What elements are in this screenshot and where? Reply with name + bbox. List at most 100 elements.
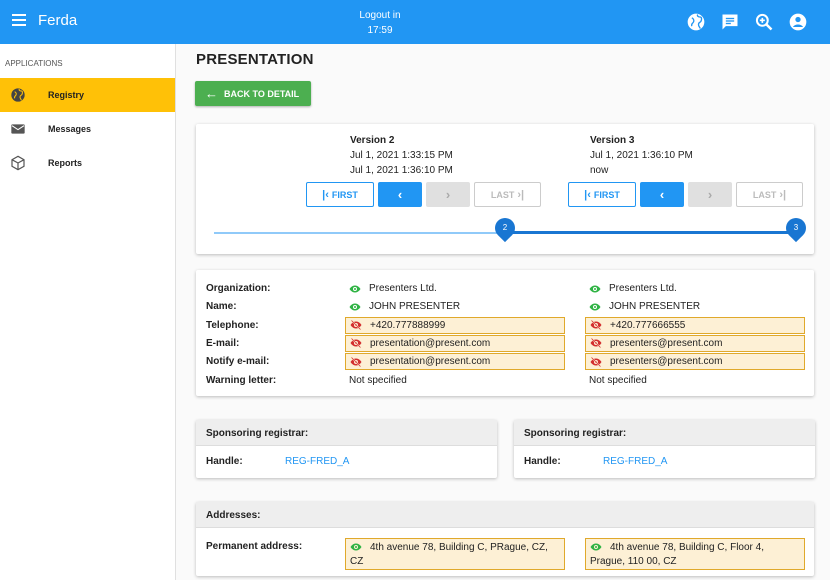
mail-icon xyxy=(10,121,26,137)
field-value-right: Not specified xyxy=(589,372,809,389)
field-value-right: presenters@present.com xyxy=(585,334,805,352)
eye-off-icon[interactable] xyxy=(590,356,602,368)
eye-icon[interactable] xyxy=(589,283,601,295)
chevron-right-icon: › xyxy=(707,187,713,202)
handle-link[interactable]: REG-FRED_A xyxy=(285,456,349,467)
version-right-info: Version 3 Jul 1, 2021 1:36:10 PM now xyxy=(590,133,693,178)
permanent-address-label: Permanent address: xyxy=(206,541,303,552)
addresses-card: Addresses: Permanent address: 4th avenue… xyxy=(196,502,814,576)
sidebar-item-reports[interactable]: Reports xyxy=(0,146,175,180)
eye-off-icon[interactable] xyxy=(350,337,362,349)
field-value-text: JOHN PRESENTER xyxy=(609,301,701,313)
eye-off-icon[interactable] xyxy=(350,356,362,368)
menu-icon[interactable] xyxy=(12,14,26,26)
eye-off-icon[interactable] xyxy=(590,337,602,349)
sponsoring-registrar-left: Sponsoring registrar: Handle: REG-FRED_A xyxy=(196,420,497,478)
last-button[interactable]: LAST ›| xyxy=(474,182,541,207)
sidebar-item-label: Messages xyxy=(48,124,92,134)
eye-icon[interactable] xyxy=(349,283,361,295)
version-to: now xyxy=(590,165,609,176)
field-value-left: +420.777888999 xyxy=(345,316,565,334)
eye-icon[interactable] xyxy=(350,541,362,553)
field-value-right: presenters@present.com xyxy=(585,353,805,371)
field-value-text: +420.777888999 xyxy=(370,319,446,331)
field-value-left: presentation@present.com xyxy=(345,334,565,352)
field-value-right: Presenters Ltd. xyxy=(585,280,805,297)
version-to: Jul 1, 2021 1:36:10 PM xyxy=(350,165,453,176)
handle-link[interactable]: REG-FRED_A xyxy=(603,456,667,467)
previous-button[interactable]: ‹ xyxy=(378,182,422,207)
field-value-left: JOHN PRESENTER xyxy=(345,298,565,315)
field-label: Warning letter: xyxy=(206,374,277,386)
arrow-left-icon: ← xyxy=(205,86,218,101)
eye-icon[interactable] xyxy=(349,301,361,313)
address-line: 4th avenue 78, Building C, PRague, CZ, xyxy=(370,542,548,553)
last-page-icon: ›| xyxy=(779,188,787,201)
zoom-in-icon[interactable] xyxy=(754,12,774,32)
field-value-text: Presenters Ltd. xyxy=(369,283,437,294)
pane-title: Addresses: xyxy=(196,502,814,528)
next-button[interactable]: › xyxy=(688,182,732,207)
field-value-left: Not specified xyxy=(349,372,569,389)
version-left-info: Version 2 Jul 1, 2021 1:33:15 PM Jul 1, … xyxy=(350,133,453,178)
slider-thumb-left[interactable]: 2 xyxy=(490,213,520,243)
sidebar-section-label: APPLICATIONS xyxy=(5,59,63,68)
slider-value-label: 2 xyxy=(490,213,520,243)
address-line: Prague, 110 00, CZ xyxy=(590,556,677,567)
field-value-text: Presenters Ltd. xyxy=(609,283,677,294)
logout-time: 17:59 xyxy=(367,25,393,36)
eye-icon[interactable] xyxy=(590,541,602,553)
next-button[interactable]: › xyxy=(426,182,470,207)
field-label: Telephone: xyxy=(206,319,259,331)
field-label: E-mail: xyxy=(206,337,240,349)
globe-icon xyxy=(10,87,26,103)
field-row: Warning letter: Not specified Not specifie… xyxy=(206,372,806,389)
eye-off-icon[interactable] xyxy=(590,319,602,331)
field-row: Name: JOHN PRESENTER JOHN PRESENTER xyxy=(206,298,806,315)
sidebar-item-registry[interactable]: Registry xyxy=(0,78,175,112)
app-title: Ferda xyxy=(38,12,78,29)
sidebar-item-messages[interactable]: Messages xyxy=(0,112,175,146)
fields-card: Organization: Presenters Ltd. Presenters L… xyxy=(196,270,814,396)
account-icon[interactable] xyxy=(788,12,808,32)
sidebar: APPLICATIONS Registry Messages Reports xyxy=(0,44,176,580)
globe-icon[interactable] xyxy=(686,12,706,32)
version-title: Version 2 xyxy=(350,135,395,146)
sidebar-item-label: Reports xyxy=(48,158,83,168)
eye-icon[interactable] xyxy=(589,301,601,313)
version-right-pager: |‹ FIRST ‹ › LAST ›| xyxy=(568,182,807,207)
eye-off-icon[interactable] xyxy=(350,319,362,331)
pane-title: Sponsoring registrar: xyxy=(196,420,497,446)
handle-label: Handle: xyxy=(206,456,243,467)
previous-button[interactable]: ‹ xyxy=(640,182,684,207)
permanent-address-left: 4th avenue 78, Building C, PRague, CZ, C… xyxy=(345,538,565,570)
logout-timer: Logout in 17:59 xyxy=(340,8,420,38)
back-to-detail-button[interactable]: ← BACK TO DETAIL xyxy=(195,81,311,106)
first-page-icon: |‹ xyxy=(322,188,329,201)
logout-label: Logout in xyxy=(359,10,401,21)
feedback-icon[interactable] xyxy=(720,12,740,32)
field-value-text: presenters@present.com xyxy=(610,356,723,368)
slider-value-label: 3 xyxy=(781,213,811,243)
last-page-icon: ›| xyxy=(517,188,525,201)
app-bar: Ferda Logout in 17:59 xyxy=(0,0,830,44)
version-range-slider[interactable]: 2 3 xyxy=(214,212,811,243)
field-value-text: JOHN PRESENTER xyxy=(369,301,461,313)
field-label: Organization: xyxy=(206,283,271,294)
field-row: Organization: Presenters Ltd. Presenters L… xyxy=(206,280,806,297)
field-value-text: Not specified xyxy=(589,374,647,386)
field-row: E-mail: presentation@present.com presenter… xyxy=(206,334,806,352)
first-button[interactable]: |‹ FIRST xyxy=(568,182,636,207)
first-button[interactable]: |‹ FIRST xyxy=(306,182,374,207)
field-value-text: presentation@present.com xyxy=(370,337,491,349)
version-from: Jul 1, 2021 1:33:15 PM xyxy=(350,150,453,161)
field-label: Name: xyxy=(206,301,237,313)
slider-thumb-right[interactable]: 3 xyxy=(781,213,811,243)
main-content: PRESENTATION ← BACK TO DETAIL Version 2 … xyxy=(176,44,830,580)
last-button[interactable]: LAST ›| xyxy=(736,182,803,207)
version-title: Version 3 xyxy=(590,135,635,146)
pane-title: Sponsoring registrar: xyxy=(514,420,815,446)
page-title: PRESENTATION xyxy=(196,51,314,68)
version-card: Version 2 Jul 1, 2021 1:33:15 PM Jul 1, … xyxy=(196,124,814,254)
field-row: Telephone: +420.777888999 +420.777666555 xyxy=(206,316,806,334)
